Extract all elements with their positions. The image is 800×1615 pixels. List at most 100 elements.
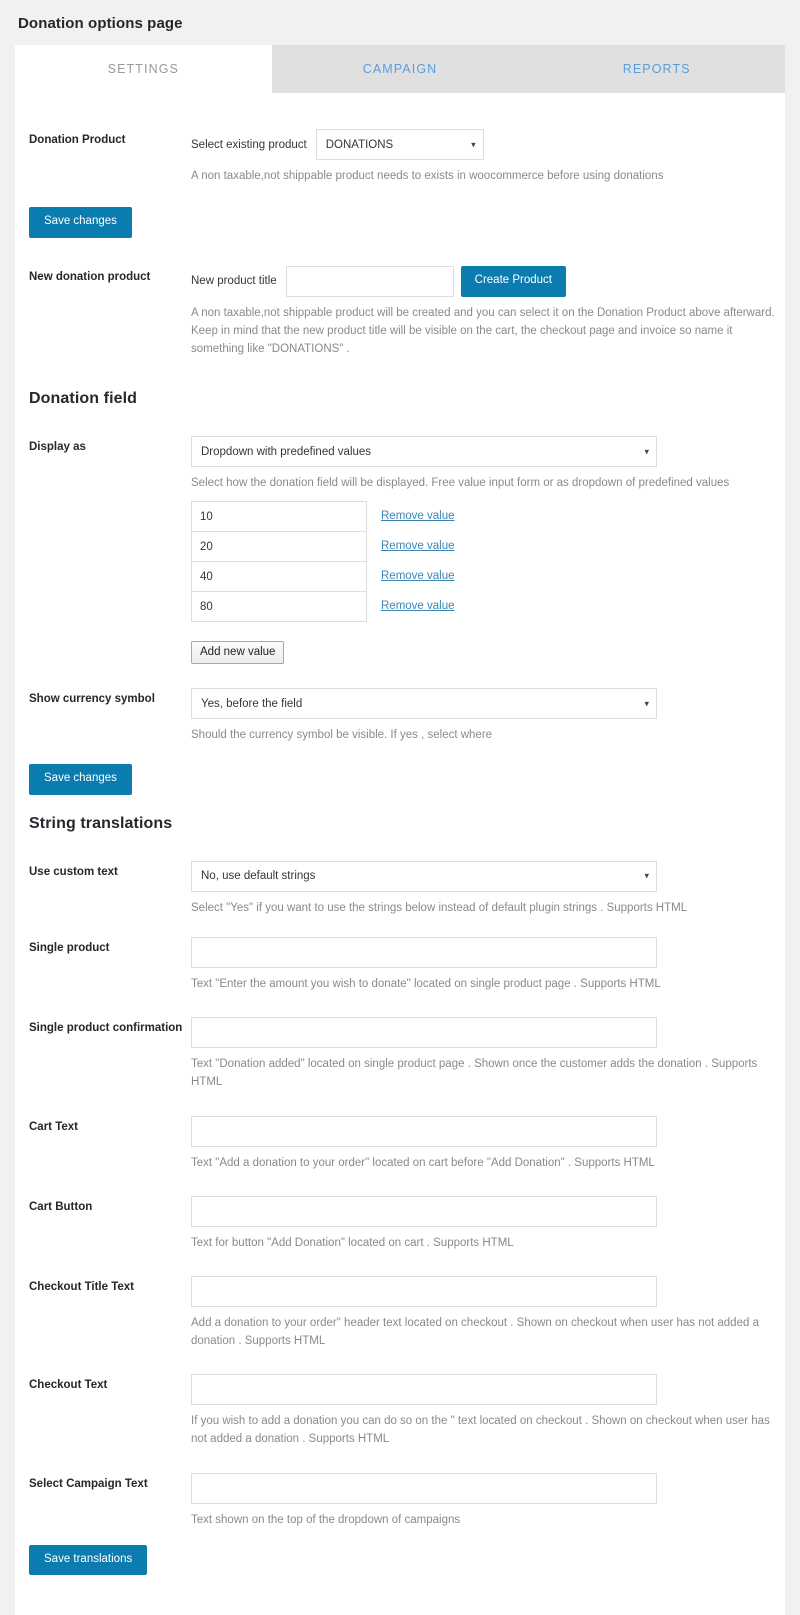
cart-button-input[interactable] [191,1195,657,1227]
tab-reports[interactable]: REPORTS [528,45,786,93]
save-changes-button-1[interactable]: Save changes [29,207,132,238]
checkout-text-input[interactable] [191,1374,657,1406]
use-custom-text-label: Use custom text [29,865,118,878]
checkout-text-description: If you wish to add a donation you can do… [191,1415,770,1446]
tab-settings-label: SETTINGS [107,62,179,76]
save-changes-2-wrap: Save changes [15,764,785,795]
tab-campaign-label: CAMPAIGN [362,62,438,76]
row-checkout-title-text: Checkout Title Text Add a donation to yo… [15,1275,785,1350]
save-changes-1-wrap: Save changes [15,207,785,238]
value-row: Remove value [191,501,775,533]
remove-value-link-1[interactable]: Remove value [381,510,455,522]
cart-button-body: Text for button "Add Donation" located o… [191,1195,785,1252]
cart-text-body: Text "Add a donation to your order" loca… [191,1115,785,1172]
single-product-label: Single product [29,942,110,955]
use-custom-text-description: Select "Yes" if you want to use the stri… [191,901,688,914]
row-single-product: Single product Text "Enter the amount yo… [15,937,785,993]
donation-product-label: Donation Product [29,134,126,146]
settings-card: SETTINGS CAMPAIGN REPORTS Donation Produ… [15,45,786,1615]
donation-value-input-3[interactable] [191,561,367,593]
create-product-button[interactable]: Create Product [460,265,567,297]
currency-symbol-label: Show currency symbol [29,693,155,706]
display-as-body: Dropdown with predefined values ▾ Select… [191,436,785,665]
select-campaign-text-input[interactable] [191,1472,657,1504]
value-row: Remove value [191,591,775,623]
new-donation-product-description: A non taxable,not shippable product will… [191,306,775,355]
display-as-label: Display as [29,441,86,454]
checkout-title-text-input[interactable] [191,1275,657,1307]
new-product-title-input[interactable] [285,265,454,297]
donation-product-description: A non taxable,not shippable product need… [191,170,664,182]
remove-value-link-2[interactable]: Remove value [381,540,455,552]
donation-value-input-2[interactable] [191,531,367,563]
currency-symbol-description: Should the currency symbol be visible. I… [191,729,493,742]
select-campaign-text-description: Text shown on the top of the dropdown of… [191,1513,461,1526]
donation-product-control-group: Select existing product DONATIONS ▾ [191,129,775,160]
checkout-title-text-description: Add a donation to your order" header tex… [191,1316,759,1348]
row-single-product-confirmation: Single product confirmation Text "Donati… [15,1017,785,1091]
donation-value-input-1[interactable] [191,501,367,533]
single-product-body: Text "Enter the amount you wish to donat… [191,937,785,993]
save-translations-button[interactable]: Save translations [29,1544,148,1576]
new-product-title-label: New product title [191,275,277,288]
select-campaign-text-body: Text shown on the top of the dropdown of… [191,1472,785,1529]
display-as-select[interactable]: Dropdown with predefined values [191,436,657,468]
new-product-control-group: New product title Create Product [191,265,775,297]
predefined-values-list: Remove value Remove value Remove value R… [191,501,775,623]
currency-symbol-body: Yes, before the field ▾ Should the curre… [191,688,785,744]
tab-settings[interactable]: SETTINGS [15,45,272,93]
new-donation-product-body: New product title Create Product A non t… [191,265,785,358]
value-row: Remove value [191,531,775,563]
use-custom-text-select-wrap: No, use default strings ▾ [191,860,657,892]
use-custom-text-select[interactable]: No, use default strings [191,860,657,892]
row-display-as: Display as Dropdown with predefined valu… [15,436,785,665]
row-use-custom-text: Use custom text No, use default strings … [15,860,785,917]
row-cart-button: Cart Button Text for button "Add Donatio… [15,1195,785,1252]
checkout-title-text-body: Add a donation to your order" header tex… [191,1275,785,1350]
donation-product-select-wrap: DONATIONS ▾ [315,129,484,160]
tab-campaign[interactable]: CAMPAIGN [271,45,529,93]
tab-reports-label: REPORTS [622,62,691,76]
page-title: Donation options page [18,15,183,32]
currency-symbol-select[interactable]: Yes, before the field [191,688,657,720]
use-custom-text-body: No, use default strings ▾ Select "Yes" i… [191,860,785,917]
tab-bar: SETTINGS CAMPAIGN REPORTS [15,45,786,93]
donation-field-heading: Donation field [29,390,138,408]
cart-button-description: Text for button "Add Donation" located o… [191,1236,514,1249]
new-donation-product-label: New donation product [29,270,151,283]
cart-text-label: Cart Text [29,1120,78,1133]
select-existing-product-label: Select existing product [191,138,307,151]
checkout-title-text-label: Checkout Title Text [29,1280,135,1293]
save-changes-button-2[interactable]: Save changes [29,764,132,795]
add-new-value-button[interactable]: Add new value [191,641,285,665]
row-new-donation-product: New donation product New product title C… [15,265,785,358]
remove-value-link-3[interactable]: Remove value [381,570,455,582]
row-checkout-text: Checkout Text If you wish to add a donat… [15,1374,785,1448]
donation-value-input-4[interactable] [191,591,367,623]
single-product-confirmation-label: Single product confirmation [29,1022,183,1035]
donation-product-select[interactable]: DONATIONS [315,129,484,160]
save-translations-wrap: Save translations [15,1544,785,1576]
single-product-confirmation-description: Text "Donation added" located on single … [191,1058,758,1089]
cart-text-input[interactable] [191,1115,657,1147]
single-product-confirmation-body: Text "Donation added" located on single … [191,1017,785,1091]
row-select-campaign-text: Select Campaign Text Text shown on the t… [15,1472,785,1529]
currency-symbol-select-wrap: Yes, before the field ▾ [191,688,657,720]
value-row: Remove value [191,561,775,593]
add-new-value-wrap: Add new value [191,641,775,665]
single-product-confirmation-input[interactable] [191,1017,657,1049]
single-product-input[interactable] [191,937,657,969]
row-cart-text: Cart Text Text "Add a donation to your o… [15,1115,785,1172]
remove-value-link-4[interactable]: Remove value [381,600,455,612]
row-currency-symbol: Show currency symbol Yes, before the fie… [15,688,785,744]
